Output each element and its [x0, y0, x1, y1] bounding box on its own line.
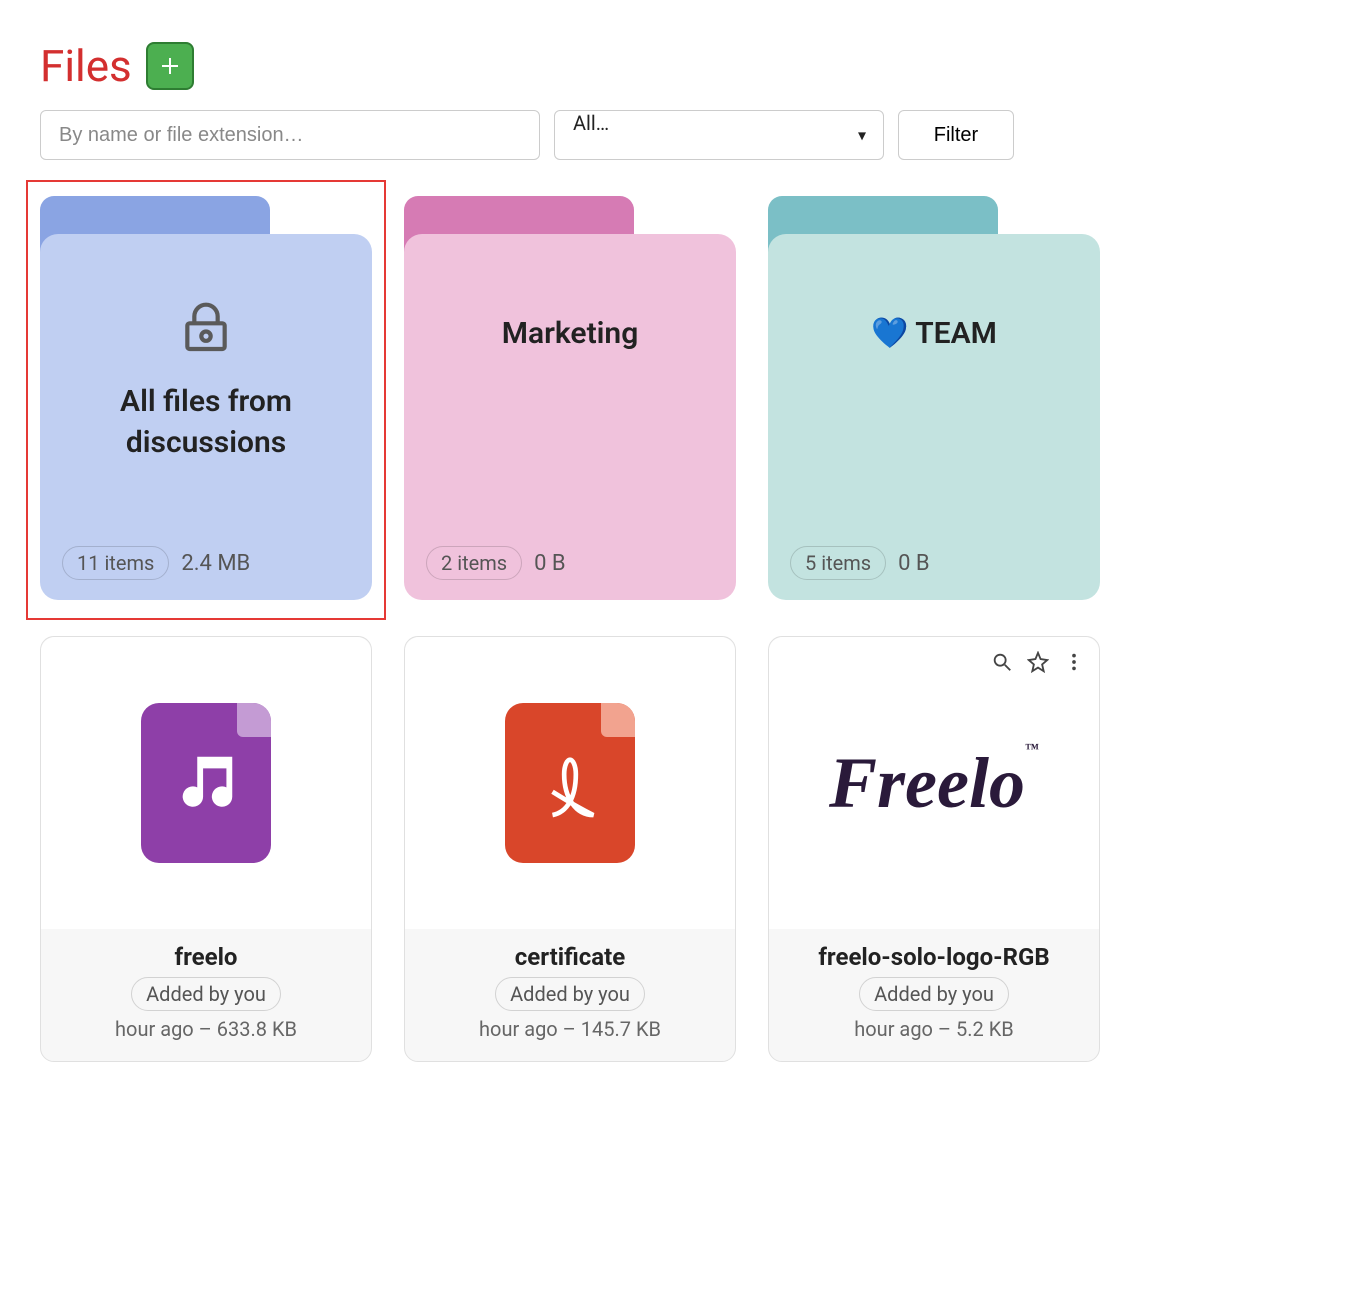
file-card[interactable]: Freelo™ freelo-solo-logo-RGB Added by yo…: [768, 636, 1100, 1062]
folder-name: 💙 TEAM: [871, 314, 997, 355]
lock-icon: [178, 300, 234, 360]
page-title: Files: [40, 40, 132, 92]
file-preview: Freelo™: [769, 637, 1099, 929]
add-file-button[interactable]: [146, 42, 194, 90]
folder-size: 2.4 MB: [181, 551, 250, 576]
folder-items-count: 5 items: [790, 546, 886, 580]
file-preview: [405, 637, 735, 929]
file-card[interactable]: freelo Added by you hour ago – 633.8 KB: [40, 636, 372, 1062]
folder-card[interactable]: Marketing 2 items 0 B: [404, 196, 736, 600]
filter-button[interactable]: Filter: [898, 110, 1014, 160]
file-name: certificate: [515, 943, 625, 971]
folder-card[interactable]: All files from discussions 11 items 2.4 …: [40, 196, 372, 600]
folder-size: 0 B: [898, 551, 930, 576]
file-name: freelo-solo-logo-RGB: [818, 943, 1049, 971]
file-meta: hour ago – 5.2 KB: [854, 1017, 1013, 1041]
more-icon[interactable]: [1063, 651, 1085, 677]
folder-card[interactable]: 💙 TEAM 5 items 0 B: [768, 196, 1100, 600]
folder-items-count: 2 items: [426, 546, 522, 580]
folder-name: Marketing: [502, 314, 639, 355]
file-meta: hour ago – 145.7 KB: [479, 1017, 661, 1041]
file-added-by: Added by you: [131, 977, 281, 1011]
star-icon[interactable]: [1027, 651, 1049, 677]
folder-items-count: 11 items: [62, 546, 169, 580]
folder-size: 0 B: [534, 551, 566, 576]
file-added-by: Added by you: [859, 977, 1009, 1011]
file-meta: hour ago – 633.8 KB: [115, 1017, 297, 1041]
file-name: freelo: [175, 943, 238, 971]
file-card[interactable]: certificate Added by you hour ago – 145.…: [404, 636, 736, 1062]
type-filter-select[interactable]: All…: [554, 110, 884, 160]
plus-icon: [158, 54, 182, 78]
folder-name: All files from discussions: [62, 382, 350, 463]
file-preview: [41, 637, 371, 929]
preview-icon[interactable]: [991, 651, 1013, 677]
freelo-logo-image: Freelo™: [829, 742, 1039, 825]
file-added-by: Added by you: [495, 977, 645, 1011]
search-input[interactable]: [40, 110, 540, 160]
music-note-icon: [171, 748, 241, 818]
pdf-icon: [535, 738, 605, 828]
files-grid: All files from discussions 11 items 2.4 …: [40, 196, 1318, 1062]
